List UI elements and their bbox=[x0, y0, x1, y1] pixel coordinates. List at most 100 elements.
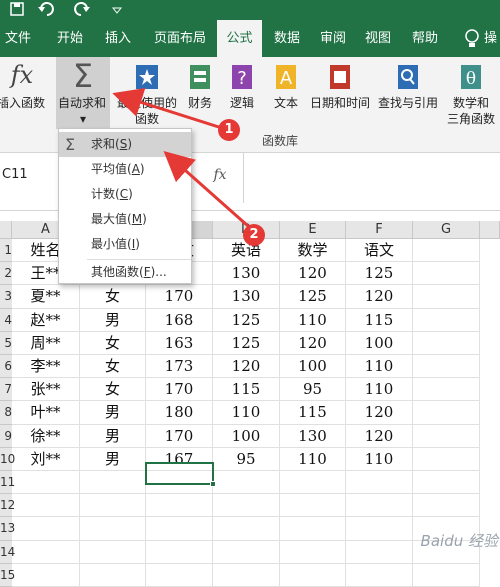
table-cell[interactable] bbox=[413, 355, 480, 379]
row-header[interactable]: 12 bbox=[0, 494, 15, 518]
table-cell[interactable] bbox=[346, 494, 413, 518]
table-cell[interactable] bbox=[213, 471, 280, 495]
table-cell[interactable]: 120 bbox=[213, 355, 280, 379]
undo-icon[interactable] bbox=[38, 2, 56, 16]
table-cell[interactable]: 赵** bbox=[12, 308, 80, 332]
table-cell[interactable]: 120 bbox=[346, 285, 413, 309]
date-time-button[interactable]: 日期和时间 bbox=[306, 57, 374, 129]
table-cell[interactable]: 110 bbox=[213, 401, 280, 425]
row-header[interactable]: 7 bbox=[0, 378, 12, 402]
table-cell[interactable]: 180 bbox=[146, 401, 213, 425]
table-cell[interactable] bbox=[413, 494, 480, 518]
table-cell[interactable] bbox=[413, 378, 480, 402]
table-cell[interactable] bbox=[280, 471, 346, 495]
save-icon[interactable] bbox=[10, 2, 24, 16]
table-cell[interactable]: 173 bbox=[146, 355, 213, 379]
table-cell[interactable]: 男 bbox=[80, 424, 146, 448]
financial-button[interactable]: 财务 bbox=[182, 57, 218, 129]
table-cell[interactable]: 125 bbox=[213, 308, 280, 332]
table-cell[interactable]: 100 bbox=[346, 331, 413, 355]
table-cell[interactable] bbox=[146, 494, 213, 518]
table-cell[interactable]: 女 bbox=[80, 355, 146, 379]
table-cell[interactable]: 120 bbox=[346, 424, 413, 448]
column-header-e[interactable]: E bbox=[280, 221, 346, 239]
column-header-g[interactable]: G bbox=[413, 221, 480, 239]
header-cell[interactable]: 数学 bbox=[280, 239, 346, 263]
table-cell[interactable] bbox=[413, 285, 480, 309]
table-cell[interactable]: 110 bbox=[280, 447, 346, 471]
menu-item-average[interactable]: 平均值(A) bbox=[59, 157, 191, 182]
tab-home[interactable]: 开始 bbox=[50, 20, 90, 57]
table-cell[interactable]: 徐** bbox=[12, 424, 80, 448]
tab-tell-me[interactable]: 操 bbox=[484, 20, 500, 57]
table-cell[interactable]: 男 bbox=[80, 447, 146, 471]
menu-item-max[interactable]: 最大值(M) bbox=[59, 207, 191, 232]
table-cell[interactable]: 120 bbox=[280, 331, 346, 355]
row-header[interactable]: 4 bbox=[0, 308, 12, 332]
text-button[interactable]: A 文本 bbox=[268, 57, 304, 129]
table-cell[interactable] bbox=[413, 308, 480, 332]
table-cell[interactable]: 115 bbox=[213, 378, 280, 402]
autosum-button[interactable]: Σ 自动求和 ▾ bbox=[56, 57, 110, 129]
table-cell[interactable] bbox=[413, 401, 480, 425]
table-cell[interactable] bbox=[80, 540, 146, 564]
table-cell[interactable] bbox=[346, 563, 413, 587]
table-cell[interactable] bbox=[413, 262, 480, 286]
row-header[interactable]: 8 bbox=[0, 401, 12, 425]
column-header-f[interactable]: F bbox=[346, 221, 413, 239]
math-trig-button[interactable]: θ 数学和 三角函数 bbox=[442, 57, 500, 129]
tab-page-layout[interactable]: 页面布局 bbox=[148, 20, 212, 57]
table-cell[interactable]: 170 bbox=[146, 424, 213, 448]
table-cell[interactable]: 100 bbox=[280, 355, 346, 379]
table-cell[interactable] bbox=[280, 563, 346, 587]
table-cell[interactable] bbox=[213, 494, 280, 518]
selected-cell-c11[interactable] bbox=[145, 462, 214, 485]
table-cell[interactable]: 女 bbox=[80, 285, 146, 309]
table-cell[interactable]: 100 bbox=[213, 424, 280, 448]
table-cell[interactable] bbox=[413, 424, 480, 448]
table-cell[interactable] bbox=[146, 517, 213, 541]
table-cell[interactable] bbox=[280, 494, 346, 518]
table-cell[interactable] bbox=[413, 471, 480, 495]
tab-insert[interactable]: 插入 bbox=[98, 20, 138, 57]
table-cell[interactable] bbox=[12, 517, 80, 541]
table-cell[interactable]: 163 bbox=[146, 331, 213, 355]
table-cell[interactable]: 刘** bbox=[12, 447, 80, 471]
table-cell[interactable]: 130 bbox=[280, 424, 346, 448]
menu-item-min[interactable]: 最小值(I) bbox=[59, 232, 191, 257]
tab-data[interactable]: 数据 bbox=[267, 20, 307, 57]
row-header[interactable]: 1 bbox=[0, 239, 12, 263]
table-cell[interactable]: 130 bbox=[213, 285, 280, 309]
row-header[interactable]: 10 bbox=[0, 447, 15, 471]
row-header[interactable]: 9 bbox=[0, 424, 12, 448]
table-cell[interactable] bbox=[12, 540, 80, 564]
table-cell[interactable]: 115 bbox=[280, 401, 346, 425]
table-cell[interactable] bbox=[280, 517, 346, 541]
table-cell[interactable]: 125 bbox=[213, 331, 280, 355]
row-header[interactable]: 11 bbox=[0, 471, 15, 495]
table-cell[interactable] bbox=[413, 331, 480, 355]
table-cell[interactable] bbox=[346, 471, 413, 495]
table-cell[interactable] bbox=[213, 563, 280, 587]
table-cell[interactable]: 95 bbox=[213, 447, 280, 471]
table-cell[interactable]: 95 bbox=[280, 378, 346, 402]
table-cell[interactable] bbox=[213, 540, 280, 564]
row-header[interactable]: 15 bbox=[0, 563, 15, 587]
lookup-reference-button[interactable]: 查找与引用 bbox=[374, 57, 442, 129]
table-cell[interactable]: 125 bbox=[280, 285, 346, 309]
tab-view[interactable]: 视图 bbox=[358, 20, 398, 57]
table-cell[interactable]: 张** bbox=[12, 378, 80, 402]
formula-input[interactable] bbox=[243, 153, 500, 203]
table-cell[interactable] bbox=[80, 517, 146, 541]
row-header[interactable]: 13 bbox=[0, 517, 15, 541]
table-cell[interactable] bbox=[346, 540, 413, 564]
table-cell[interactable]: 125 bbox=[346, 262, 413, 286]
insert-function-button[interactable]: fx 插入函数 bbox=[0, 57, 48, 129]
table-cell[interactable]: 夏** bbox=[12, 285, 80, 309]
row-header[interactable]: 6 bbox=[0, 355, 12, 379]
table-cell[interactable]: 110 bbox=[280, 308, 346, 332]
table-cell[interactable]: 170 bbox=[146, 378, 213, 402]
table-cell[interactable]: 110 bbox=[346, 447, 413, 471]
table-cell[interactable]: 115 bbox=[346, 308, 413, 332]
tab-help[interactable]: 帮助 bbox=[405, 20, 445, 57]
